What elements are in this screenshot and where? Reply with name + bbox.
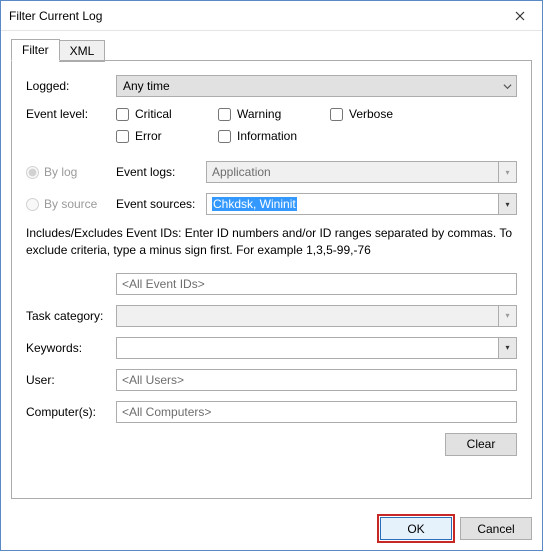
dialog-footer: OK Cancel [1,509,542,550]
row-user: User: [26,369,517,391]
keywords-dropdown[interactable]: ▾ [116,337,517,359]
radio-by-source-input [26,198,39,211]
event-ids-description: Includes/Excludes Event IDs: Enter ID nu… [26,225,517,259]
row-by-log: By log Event logs: Application ▾ [26,161,517,183]
row-event-ids [26,273,517,295]
check-warning[interactable]: Warning [218,107,308,121]
row-clear: Clear [26,433,517,456]
close-icon [515,11,525,21]
label-event-level: Event level: [26,107,116,121]
logged-combo[interactable]: Any time [116,75,517,97]
dropdown-icon: ▾ [498,162,516,182]
check-critical[interactable]: Critical [116,107,196,121]
row-by-source: By source Event sources: Chkdsk, Wininit… [26,193,517,215]
label-user: User: [26,373,116,387]
task-category-dropdown: ▾ [116,305,517,327]
tab-strip: Filter XML [11,39,532,61]
event-sources-value: Chkdsk, Wininit [207,197,498,211]
row-event-level: Event level: Critical Warning Verbose Er… [26,107,517,151]
dropdown-icon[interactable]: ▾ [498,194,516,214]
window-title: Filter Current Log [9,9,102,23]
checkbox-verbose[interactable] [330,108,343,121]
radio-by-source: By source [26,197,116,211]
clear-button[interactable]: Clear [445,433,517,456]
titlebar: Filter Current Log [1,1,542,31]
radio-by-log-input [26,166,39,179]
ok-button[interactable]: OK [380,517,452,540]
dropdown-icon: ▾ [498,306,516,326]
row-computers: Computer(s): [26,401,517,423]
checkbox-information[interactable] [218,130,231,143]
row-keywords: Keywords: ▾ [26,337,517,359]
tab-filter[interactable]: Filter [11,39,60,61]
event-ids-input[interactable] [116,273,517,295]
event-logs-value: Application [207,165,498,179]
dropdown-icon[interactable]: ▾ [498,338,516,358]
label-keywords: Keywords: [26,341,116,355]
label-event-sources: Event sources: [116,197,206,211]
event-level-checks: Critical Warning Verbose Error Informati… [116,107,517,151]
radio-by-log: By log [26,165,116,179]
event-logs-dropdown: Application ▾ [206,161,517,183]
computers-input[interactable] [116,401,517,423]
checkbox-critical[interactable] [116,108,129,121]
row-logged: Logged: Any time [26,75,517,97]
check-verbose[interactable]: Verbose [330,107,393,121]
label-computers: Computer(s): [26,405,116,419]
tab-xml[interactable]: XML [59,40,106,62]
close-button[interactable] [497,1,542,30]
row-task-category: Task category: ▾ [26,305,517,327]
label-task-category: Task category: [26,309,116,323]
cancel-button[interactable]: Cancel [460,517,532,540]
check-error[interactable]: Error [116,129,196,143]
chevron-down-icon [498,76,516,96]
filter-panel: Logged: Any time Event level: Critical W… [11,60,532,499]
check-information[interactable]: Information [218,129,297,143]
checkbox-warning[interactable] [218,108,231,121]
user-input[interactable] [116,369,517,391]
label-logged: Logged: [26,79,116,93]
content-area: Filter XML Logged: Any time Event level:… [1,31,542,509]
checkbox-error[interactable] [116,130,129,143]
event-sources-dropdown[interactable]: Chkdsk, Wininit ▾ [206,193,517,215]
dialog-window: Filter Current Log Filter XML Logged: An… [0,0,543,551]
label-event-logs: Event logs: [116,165,206,179]
logged-value: Any time [123,79,498,93]
